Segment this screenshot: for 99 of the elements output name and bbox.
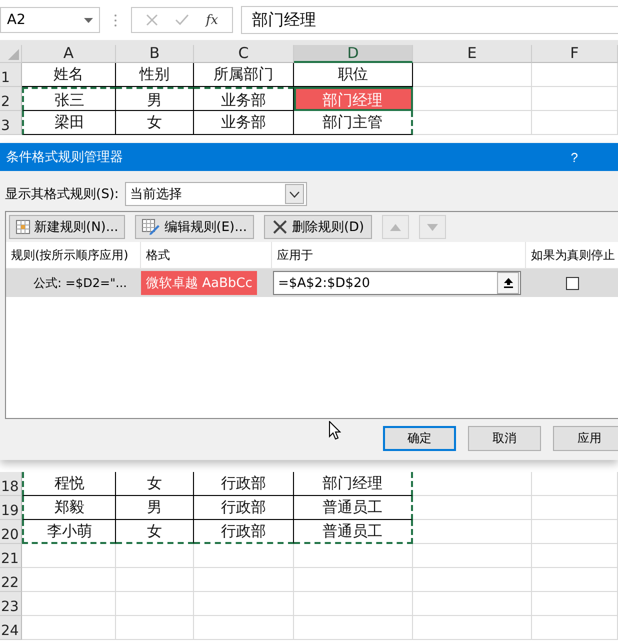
table-cell[interactable]: 部门经理 — [294, 472, 413, 496]
empty-cell[interactable] — [532, 87, 618, 111]
table-cell[interactable]: 张三 — [22, 87, 116, 111]
row-header[interactable]: 20 — [0, 520, 22, 544]
insert-function-button[interactable]: fx — [200, 9, 224, 31]
row-header[interactable]: 23 — [0, 592, 22, 616]
empty-cell[interactable] — [116, 592, 194, 616]
table-cell[interactable]: 李小萌 — [22, 520, 116, 544]
table-cell[interactable]: 郑毅 — [22, 496, 116, 520]
empty-cell[interactable] — [194, 592, 294, 616]
column-header[interactable]: B — [116, 45, 194, 63]
empty-cell[interactable] — [116, 544, 194, 568]
table-cell[interactable]: 性别 — [116, 63, 194, 87]
empty-cell[interactable] — [294, 544, 413, 568]
table-cell[interactable]: 女 — [116, 472, 194, 496]
empty-cell[interactable] — [294, 592, 413, 616]
row-header[interactable]: 1 — [0, 63, 22, 87]
row-header[interactable]: 24 — [0, 616, 22, 640]
empty-cell[interactable] — [532, 472, 618, 496]
select-all-button[interactable] — [0, 45, 22, 63]
new-rule-button[interactable]: 新建规则(N)... — [9, 215, 126, 239]
empty-cell[interactable] — [532, 592, 618, 616]
empty-cell[interactable] — [413, 472, 532, 496]
empty-cell[interactable] — [294, 568, 413, 592]
table-cell[interactable]: 男 — [116, 87, 194, 111]
close-icon — [146, 14, 158, 26]
rule-condition: 公式: =$D2="... — [32, 274, 128, 292]
chevron-down-icon — [288, 190, 300, 198]
mouse-pointer-icon — [329, 421, 341, 440]
ok-button[interactable]: 确定 — [383, 426, 456, 451]
empty-cell[interactable] — [532, 520, 618, 544]
empty-cell[interactable] — [413, 616, 532, 640]
empty-cell[interactable] — [116, 568, 194, 592]
column-header[interactable]: E — [413, 45, 532, 63]
table-cell[interactable]: 程悦 — [22, 472, 116, 496]
format-column-header[interactable]: 格式 — [141, 242, 272, 268]
delete-rule-button[interactable]: 删除规则(D) — [264, 215, 372, 239]
check-icon — [175, 14, 189, 26]
table-cell[interactable]: 行政部 — [194, 520, 294, 544]
empty-cell[interactable] — [194, 616, 294, 640]
table-cell[interactable]: 男 — [116, 496, 194, 520]
column-header[interactable]: A — [22, 45, 116, 63]
dropdown-icon — [84, 18, 93, 22]
table-cell[interactable]: 女 — [116, 520, 194, 544]
column-header[interactable]: F — [532, 45, 618, 63]
empty-cell[interactable] — [413, 592, 532, 616]
applies-to-field[interactable]: =$A$2:$D$20 — [273, 271, 521, 295]
empty-cell[interactable] — [413, 63, 532, 87]
triangle-icon — [8, 49, 19, 60]
empty-cell[interactable] — [194, 544, 294, 568]
empty-cell[interactable] — [194, 568, 294, 592]
row-header[interactable]: 21 — [0, 544, 22, 568]
empty-cell[interactable] — [532, 544, 618, 568]
row-header[interactable]: 18 — [0, 472, 22, 496]
empty-cell[interactable] — [116, 616, 194, 640]
format-preview: 微软卓越 AaBbCc — [141, 271, 258, 295]
cancel-button[interactable]: 取消 — [468, 426, 541, 451]
empty-cell[interactable] — [532, 496, 618, 520]
collapse-button[interactable] — [497, 272, 519, 294]
applies-to-column-header[interactable]: 应用于 — [272, 242, 526, 268]
table-cell[interactable]: 普通员工 — [294, 496, 413, 520]
column-header[interactable]: C — [194, 45, 294, 63]
close-icon — [272, 219, 288, 235]
help-button[interactable]: ? — [566, 150, 582, 164]
row-header[interactable]: 19 — [0, 496, 22, 520]
upload-arrow-icon — [504, 278, 512, 288]
empty-cell[interactable] — [413, 568, 532, 592]
table-cell[interactable]: 姓名 — [22, 63, 116, 87]
empty-cell[interactable] — [413, 520, 532, 544]
table-cell[interactable]: 普通员工 — [294, 520, 413, 544]
column-header[interactable]: D — [294, 45, 413, 63]
edit-rule-button[interactable]: 编辑规则(E)... — [135, 215, 254, 239]
rule-column-header[interactable]: 规则(按所示顺序应用) — [6, 242, 141, 268]
row-header[interactable]: 22 — [0, 568, 22, 592]
scope-dropdown[interactable]: 当前选择 — [124, 182, 307, 206]
table-pencil-icon — [142, 219, 160, 235]
table-cell[interactable]: 行政部 — [194, 472, 294, 496]
field-label: 显示其格式规则(S): — [5, 186, 119, 203]
name-box[interactable]: A2 — [0, 7, 100, 33]
empty-cell[interactable] — [294, 616, 413, 640]
grip-icon — [114, 14, 117, 26]
dialog-title: 条件格式规则管理器 — [6, 149, 123, 166]
down-arrow-icon — [427, 224, 438, 230]
empty-cell[interactable] — [413, 544, 532, 568]
empty-cell[interactable] — [532, 616, 618, 640]
up-arrow-icon — [390, 224, 402, 230]
row-header[interactable]: 3 — [0, 111, 22, 135]
empty-cell[interactable] — [532, 63, 618, 87]
stop-checkbox[interactable] — [566, 276, 579, 290]
apply-button[interactable]: 应用 — [553, 426, 618, 451]
empty-cell[interactable] — [532, 568, 618, 592]
table-cell[interactable]: 行政部 — [194, 496, 294, 520]
row-header[interactable]: 2 — [0, 87, 22, 111]
empty-cell[interactable] — [413, 496, 532, 520]
rule-row[interactable]: 公式: =$D2="... 微软卓越 AaBbCc =$A$2:$D$20 — [6, 269, 618, 297]
table-icon — [16, 220, 30, 234]
table-cell[interactable]: 所属部门 — [194, 63, 294, 87]
formula-field[interactable]: 部门经理 — [241, 6, 618, 34]
stop-column-header[interactable]: 如果为真则停止 — [526, 242, 618, 268]
